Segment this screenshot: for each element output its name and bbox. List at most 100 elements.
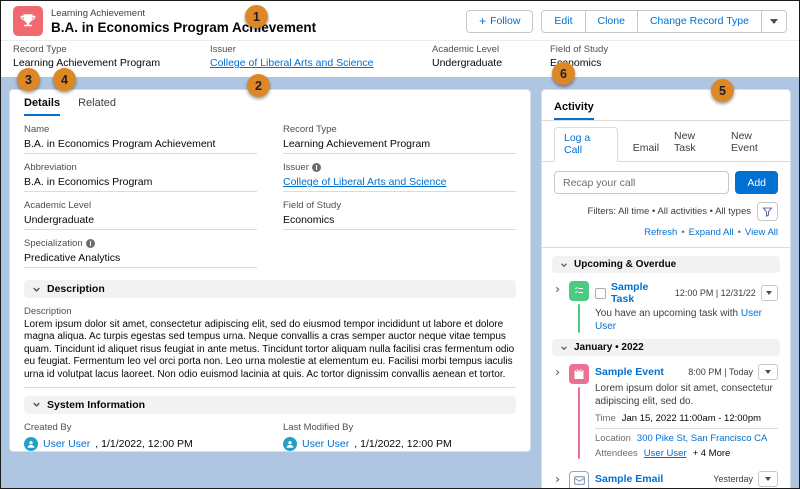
timeline-item-task: Sample Task 12:00 PM | 12/31/22 You have…	[552, 275, 780, 339]
tab-log-a-call[interactable]: Log a Call	[554, 127, 618, 162]
tab-new-event[interactable]: New Event	[731, 130, 778, 161]
description-section-header[interactable]: Description	[24, 280, 516, 298]
callout-badge-5: 5	[711, 79, 734, 102]
clone-button[interactable]: Clone	[585, 9, 638, 33]
highlight-record-type: Record Type Learning Achievement Program	[13, 44, 210, 69]
event-time-row: Time Jan 15, 2022 11:00am - 12:00pm	[595, 413, 778, 429]
expand-chevron-icon[interactable]	[552, 471, 563, 488]
trophy-icon	[20, 14, 36, 27]
field-empty	[283, 238, 516, 268]
event-timestamp: 8:00 PM | Today	[688, 367, 753, 378]
field-field-of-study: Field of Study Economics	[283, 200, 516, 230]
callout-badge-4: 4	[53, 68, 76, 91]
email-timestamp: Yesterday	[713, 473, 753, 484]
entity-label: Learning Achievement	[51, 7, 146, 19]
callout-badge-3: 3	[17, 68, 40, 91]
field-label: Record Type	[13, 44, 67, 55]
field-value: Undergraduate	[432, 57, 503, 69]
record-titles: Learning Achievement B.A. in Economics P…	[51, 8, 316, 35]
created-by-user-link[interactable]: User User	[43, 438, 90, 450]
record-action-group: Edit Clone Change Record Type	[541, 9, 787, 33]
system-information-section-header[interactable]: System Information	[24, 395, 516, 414]
record-header: Learning Achievement B.A. in Economics P…	[1, 1, 799, 77]
info-icon[interactable]	[311, 163, 321, 172]
email-menu-button[interactable]	[758, 470, 778, 487]
event-location-row: Location 300 Pike St, San Francisco CA	[595, 432, 768, 444]
edit-button[interactable]: Edit	[541, 9, 586, 33]
field-label: Field of Study	[550, 44, 609, 55]
task-menu-button[interactable]	[760, 285, 778, 301]
timeline-item-event: Sample Event 8:00 PM | Today Lorem ipsum…	[552, 358, 780, 464]
activity-action-tabs: Log a Call Email New Task New Event	[542, 121, 790, 162]
highlight-issuer: Issuer College of Liberal Arts and Scien…	[210, 44, 432, 69]
filter-button[interactable]	[757, 202, 778, 221]
tab-related[interactable]: Related	[78, 97, 116, 116]
system-info-grid: Created By User User , 1/1/2022, 12:00 P…	[24, 422, 516, 451]
field-value: Learning Achievement Program	[13, 57, 161, 69]
chevron-down-icon	[560, 344, 568, 352]
tab-details[interactable]: Details	[24, 97, 61, 116]
follow-button[interactable]: + Follow	[466, 9, 534, 33]
expand-all-link[interactable]: Expand All	[689, 227, 734, 238]
page-title: B.A. in Economics Program Achievement	[51, 19, 317, 35]
activity-links: Refresh • Expand All • View All	[542, 221, 790, 248]
tab-activity[interactable]: Activity	[554, 101, 594, 120]
event-attendees-row: Attendees User User + 4 More	[595, 447, 731, 459]
view-all-link[interactable]: View All	[745, 227, 778, 238]
attendee-user-link[interactable]: User User	[644, 448, 687, 459]
record-header-top: Learning Achievement B.A. in Economics P…	[1, 1, 799, 41]
activity-tabbar: Activity	[542, 90, 790, 121]
callout-badge-1: 1	[245, 5, 268, 28]
refresh-link[interactable]: Refresh	[644, 227, 677, 238]
details-field-grid: Name B.A. in Economics Program Achieveme…	[24, 124, 516, 276]
details-tabbar: Details Related	[10, 90, 530, 116]
field-last-modified-by: Last Modified By User User , 1/1/2022, 1…	[283, 422, 516, 451]
recap-call-input[interactable]	[554, 171, 730, 194]
avatar	[283, 436, 297, 451]
timeline-rail	[569, 364, 589, 459]
learning-achievement-icon	[13, 6, 43, 36]
tab-new-task[interactable]: New Task	[674, 130, 716, 161]
timeline-connector	[578, 387, 580, 459]
chevron-down-icon	[560, 261, 568, 269]
issuer-link[interactable]: College of Liberal Arts and Science	[283, 176, 446, 188]
record-identity: Learning Achievement B.A. in Economics P…	[13, 6, 316, 36]
callout-badge-6: 6	[552, 62, 575, 85]
follow-label: Follow	[490, 15, 521, 27]
event-menu-button[interactable]	[758, 364, 778, 381]
email-icon	[569, 470, 589, 488]
highlight-academic-level: Academic Level Undergraduate	[432, 44, 550, 69]
more-actions-button[interactable]	[762, 9, 787, 33]
change-record-type-button[interactable]: Change Record Type	[637, 9, 762, 33]
task-title-link[interactable]: Sample Task	[611, 281, 665, 305]
field-specialization: Specialization Predicative Analytics	[24, 238, 257, 268]
expand-chevron-icon[interactable]	[552, 364, 563, 458]
upcoming-overdue-section-header[interactable]: Upcoming & Overdue	[552, 256, 780, 273]
avatar	[24, 436, 38, 451]
created-date: , 1/1/2022, 12:00 PM	[95, 437, 193, 450]
event-title-link[interactable]: Sample Event	[595, 366, 664, 378]
add-button[interactable]: Add	[735, 171, 778, 194]
field-issuer: Issuer College of Liberal Arts and Scien…	[283, 162, 516, 192]
january-2022-section-header[interactable]: January • 2022	[552, 339, 780, 357]
info-icon[interactable]	[85, 239, 95, 248]
issuer-link[interactable]: College of Liberal Arts and Science	[210, 57, 373, 69]
plus-icon: +	[479, 14, 487, 28]
field-academic-level: Academic Level Undergraduate	[24, 200, 257, 230]
task-checkbox[interactable]	[595, 287, 606, 299]
timeline-rail	[569, 470, 589, 488]
field-record-type: Record Type Learning Achievement Program	[283, 124, 516, 154]
attendees-more[interactable]: + 4 More	[693, 448, 731, 459]
location-link[interactable]: 300 Pike St, San Francisco CA	[637, 433, 767, 444]
field-abbreviation: Abbreviation B.A. in Economics Program	[24, 162, 257, 192]
expand-chevron-icon[interactable]	[552, 281, 563, 333]
email-title-link[interactable]: Sample Email	[595, 473, 663, 485]
chevron-down-icon	[765, 476, 771, 481]
last-modified-user-link[interactable]: User User	[302, 438, 349, 450]
record-actions: + Follow Edit Clone Change Record Type	[466, 9, 787, 33]
timeline-rail	[569, 281, 589, 334]
chevron-down-icon	[32, 400, 41, 409]
description-text: Lorem ipsum dolor sit amet, consectetur …	[24, 319, 516, 388]
tab-email[interactable]: Email	[633, 142, 659, 161]
main-content: Details Related Name B.A. in Economics P…	[1, 77, 799, 488]
